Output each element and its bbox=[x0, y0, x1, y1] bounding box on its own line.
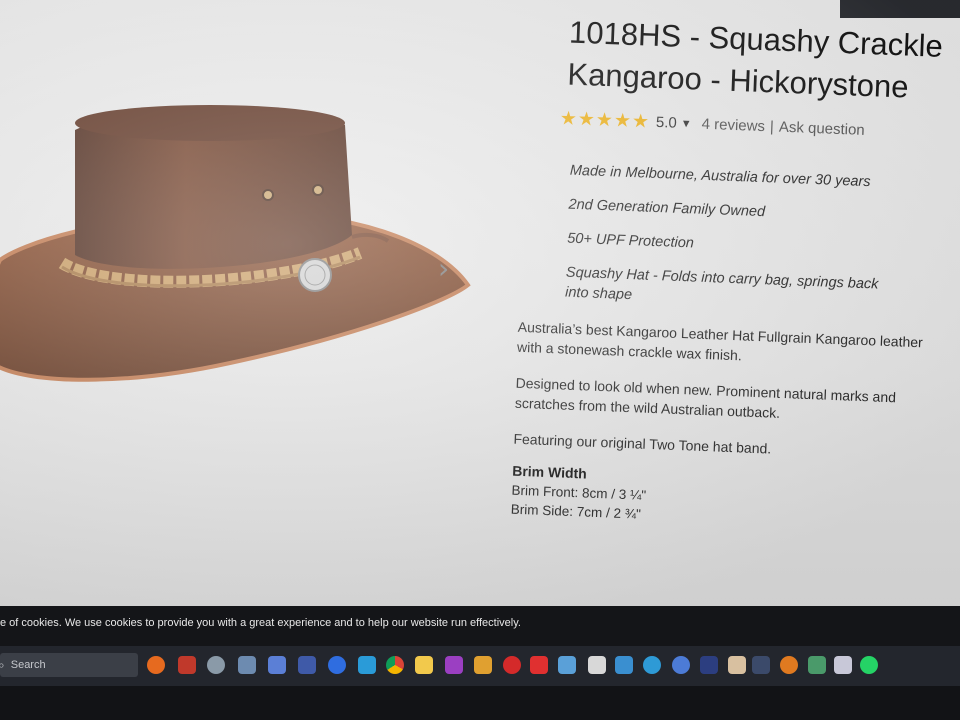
app-icon[interactable] bbox=[558, 656, 576, 674]
rating-dropdown-chevron-icon[interactable]: ▼ bbox=[681, 117, 692, 129]
app-icon[interactable] bbox=[588, 656, 606, 674]
rating-row: ★★★★★ 5.0 ▼ 4 reviews | Ask question bbox=[559, 107, 956, 145]
app-icon[interactable] bbox=[268, 656, 286, 674]
reviews-link[interactable]: 4 reviews bbox=[701, 116, 765, 135]
app-icon[interactable] bbox=[643, 656, 661, 674]
app-icon[interactable] bbox=[672, 656, 690, 674]
feature-item: 2nd Generation Family Owned bbox=[568, 196, 766, 221]
product-details: 1018HS - Squashy Crackle Kangaroo - Hick… bbox=[511, 10, 960, 533]
hat-illustration bbox=[0, 105, 471, 382]
taskbar-search-placeholder: Search bbox=[10, 659, 46, 671]
rating-value: 5.0 bbox=[655, 113, 678, 132]
rating-separator: | bbox=[769, 118, 775, 136]
app-icon[interactable] bbox=[238, 656, 256, 674]
app-icon[interactable] bbox=[503, 656, 521, 674]
app-icon[interactable] bbox=[530, 656, 548, 674]
whatsapp-icon[interactable] bbox=[860, 656, 878, 674]
screen-edge bbox=[840, 0, 960, 18]
app-icon[interactable] bbox=[445, 656, 463, 674]
app-icon[interactable] bbox=[615, 656, 633, 674]
taskbar-search-box[interactable]: ⌕ Search bbox=[0, 653, 138, 677]
app-icon[interactable] bbox=[752, 656, 770, 674]
description-paragraph: Designed to look old when new. Prominent… bbox=[514, 374, 897, 421]
feature-item: Squashy Hat - Folds into carry bag, spri… bbox=[564, 264, 879, 304]
cookie-notice-bar: e of cookies. We use cookies to provide … bbox=[0, 606, 960, 646]
cookie-notice-text: e of cookies. We use cookies to provide … bbox=[0, 617, 521, 629]
app-icon[interactable] bbox=[700, 656, 718, 674]
description-paragraph: Australia’s best Kangaroo Leather Hat Fu… bbox=[516, 318, 924, 364]
firefox-icon[interactable] bbox=[147, 656, 165, 674]
app-icon[interactable] bbox=[780, 656, 798, 674]
taskbar: ⌕ Search bbox=[0, 646, 960, 686]
app-icon[interactable] bbox=[728, 656, 746, 674]
ask-question-link[interactable]: Ask question bbox=[779, 119, 865, 139]
app-icon[interactable] bbox=[298, 656, 316, 674]
app-icon[interactable] bbox=[328, 656, 346, 674]
settings-gear-icon[interactable] bbox=[207, 656, 225, 674]
monitor-bezel bbox=[0, 686, 960, 720]
product-title: 1018HS - Squashy Crackle Kangaroo - Hick… bbox=[567, 12, 960, 111]
chrome-icon[interactable] bbox=[386, 656, 404, 674]
app-icon[interactable] bbox=[808, 656, 826, 674]
app-icon[interactable] bbox=[178, 656, 196, 674]
description-paragraph: Featuring our original Two Tone hat band… bbox=[513, 430, 772, 457]
gallery-next-icon[interactable]: › bbox=[438, 252, 449, 285]
feature-item: 50+ UPF Protection bbox=[566, 230, 695, 252]
feature-item: Made in Melbourne, Australia for over 30… bbox=[569, 162, 871, 191]
feature-list: Made in Melbourne, Australia for over 30… bbox=[565, 161, 954, 318]
folder-icon[interactable] bbox=[415, 656, 433, 674]
product-image[interactable] bbox=[0, 95, 500, 405]
search-icon: ⌕ bbox=[0, 657, 5, 672]
app-icon[interactable] bbox=[834, 656, 852, 674]
browser-viewport: › 1018HS - Squashy Crackle Kangaroo - Hi… bbox=[0, 0, 960, 610]
app-icon[interactable] bbox=[358, 656, 376, 674]
app-icon[interactable] bbox=[474, 656, 492, 674]
five-star-rating-icon: ★★★★★ bbox=[559, 108, 651, 133]
